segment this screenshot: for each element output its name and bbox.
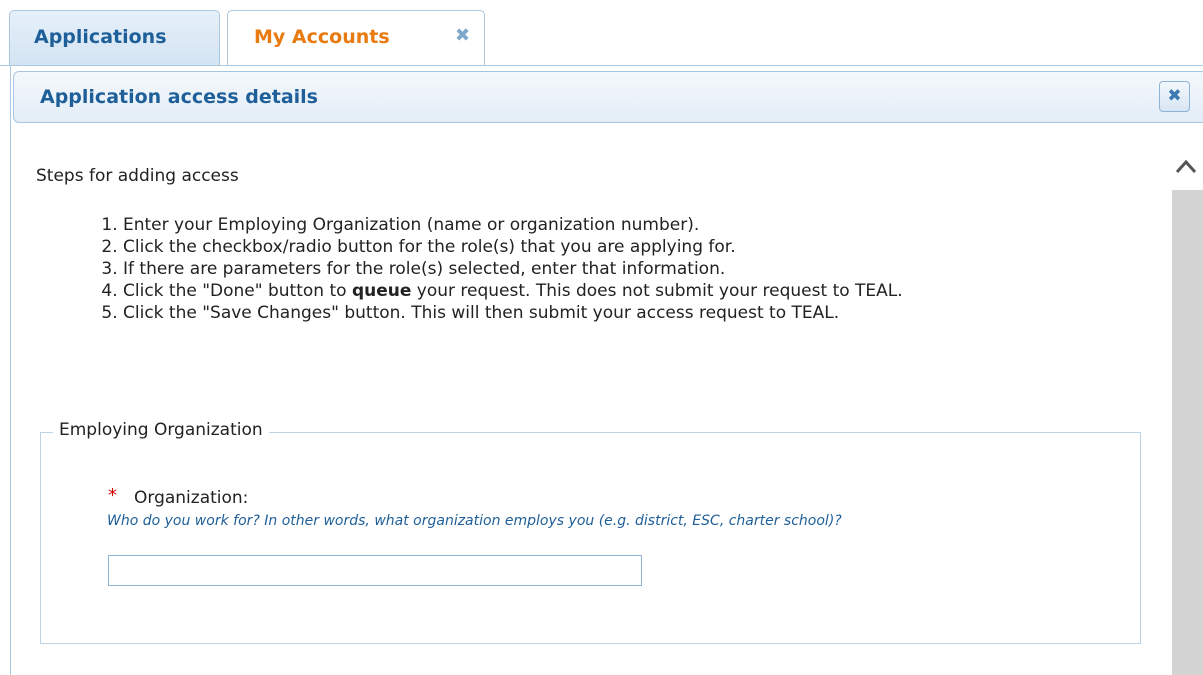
fieldset-legend: Employing Organization xyxy=(53,420,269,440)
step-item: If there are parameters for the role(s) … xyxy=(123,258,1154,280)
organization-input[interactable] xyxy=(108,555,642,586)
tab-applications[interactable]: Applications xyxy=(9,10,220,66)
step-item: Click the checkbox/radio button for the … xyxy=(123,236,1154,258)
tab-my-accounts-label: My Accounts xyxy=(254,26,390,48)
scroll-up-icon[interactable] xyxy=(1172,152,1203,180)
step-item: Click the "Done" button to queue your re… xyxy=(123,280,1154,302)
panel-header: Application access details ✖ xyxy=(13,71,1203,123)
tab-bar: Applications My Accounts ✖ xyxy=(0,0,1203,66)
steps-heading: Steps for adding access xyxy=(36,166,239,186)
scroll-track[interactable] xyxy=(1172,190,1203,675)
close-icon[interactable]: ✖ xyxy=(455,25,470,46)
step-item: Click the "Save Changes" button. This wi… xyxy=(123,302,1154,324)
organization-help-text: Who do you work for? In other words, wha… xyxy=(107,513,842,529)
steps-list: Enter your Employing Organization (name … xyxy=(36,214,1154,324)
vertical-scrollbar[interactable] xyxy=(1172,138,1203,675)
employing-organization-fieldset: Employing Organization * Organization: W… xyxy=(40,420,1141,644)
organization-label: Organization: xyxy=(134,488,249,508)
required-marker: * xyxy=(108,485,117,506)
panel-title: Application access details xyxy=(40,86,318,108)
tab-applications-label: Applications xyxy=(34,26,167,48)
queue-emphasis: queue xyxy=(351,281,412,301)
tab-my-accounts[interactable]: My Accounts ✖ xyxy=(227,10,485,66)
step-item: Enter your Employing Organization (name … xyxy=(123,214,1154,236)
close-icon[interactable]: ✖ xyxy=(1159,81,1190,112)
